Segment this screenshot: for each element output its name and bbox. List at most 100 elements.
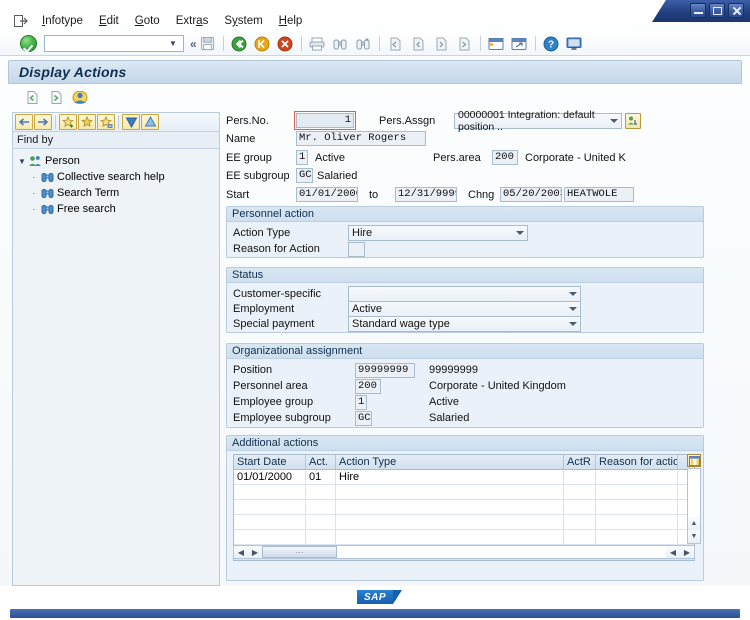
start-date-input[interactable]: 01/01/2000: [296, 187, 358, 202]
table-row[interactable]: [234, 500, 694, 515]
scroll-up-icon[interactable]: ▲: [688, 517, 700, 530]
star-delete-icon[interactable]: [97, 114, 115, 130]
cell-reason[interactable]: [596, 530, 678, 544]
star-add-icon[interactable]: [59, 114, 77, 130]
chevron-down-icon[interactable]: [569, 292, 577, 296]
next-page-icon[interactable]: [431, 34, 452, 53]
column-header-action-type[interactable]: Action Type: [336, 455, 564, 469]
pers-assgn-select[interactable]: 00000001 Integration: default position .…: [454, 113, 622, 129]
end-date-input[interactable]: 12/31/9999: [395, 187, 457, 202]
chevron-down-icon[interactable]: ▼: [17, 157, 27, 166]
cell-act[interactable]: [306, 515, 336, 529]
shortcut-icon[interactable]: [509, 34, 530, 53]
cell-action-type[interactable]: [336, 485, 564, 499]
chevron-down-icon[interactable]: [610, 119, 618, 123]
chevron-down-icon[interactable]: [569, 307, 577, 311]
pers-area-input[interactable]: 200: [492, 150, 518, 165]
cell-act[interactable]: [306, 530, 336, 544]
column-header-actr[interactable]: ActR: [564, 455, 596, 469]
chevron-down-icon[interactable]: ▼: [165, 36, 181, 51]
menu-item-system[interactable]: System: [216, 13, 270, 29]
tree-item-collective-search-help[interactable]: · Collective search help: [29, 169, 219, 185]
funnel-up-icon[interactable]: [141, 114, 159, 130]
star-icon[interactable]: [78, 114, 96, 130]
command-input[interactable]: [45, 37, 165, 50]
table-row[interactable]: [234, 485, 694, 500]
cell-start-date[interactable]: [234, 485, 306, 499]
tree-item-free-search[interactable]: · Free search: [29, 201, 219, 217]
cell-act[interactable]: [306, 485, 336, 499]
menu-item-extras[interactable]: Extras: [168, 13, 217, 29]
binoculars-icon[interactable]: [330, 34, 351, 53]
cell-actr[interactable]: [564, 500, 596, 514]
scroll-down-icon[interactable]: ▼: [688, 530, 700, 543]
binoculars-plus-icon[interactable]: [353, 34, 374, 53]
page-next-icon[interactable]: [46, 88, 66, 107]
assignment-icon[interactable]: [625, 113, 641, 129]
column-header-act[interactable]: Act.: [306, 455, 336, 469]
enter-check-icon[interactable]: [20, 35, 37, 52]
collapse-left-icon[interactable]: «: [190, 37, 196, 51]
column-header-start-date[interactable]: Start Date: [234, 455, 306, 469]
chevron-down-icon[interactable]: [516, 231, 524, 235]
back-green-icon[interactable]: [229, 34, 250, 53]
menu-item-infotype[interactable]: Infotype: [34, 13, 91, 29]
person-photo-icon[interactable]: [70, 88, 90, 107]
page-prev-icon[interactable]: [22, 88, 42, 107]
table-horizontal-scrollbar[interactable]: ◀ ▶ ⋯ ◀ ▶: [233, 545, 695, 559]
name-input[interactable]: Mr. Oliver Rogers: [296, 131, 426, 146]
funnel-down-icon[interactable]: [122, 114, 140, 130]
position-input[interactable]: 99999999: [355, 363, 415, 378]
tree-node-person[interactable]: ▼ Person: [17, 153, 219, 169]
previous-page-icon[interactable]: [408, 34, 429, 53]
scroll-right-icon-right[interactable]: ▶: [680, 546, 694, 558]
pers-no-input[interactable]: 1: [296, 113, 354, 128]
scroll-right-icon[interactable]: ▶: [248, 546, 262, 558]
action-type-select[interactable]: Hire: [348, 225, 528, 241]
cell-reason[interactable]: [596, 500, 678, 514]
arrow-right-icon[interactable]: [34, 114, 52, 130]
cell-act[interactable]: [306, 500, 336, 514]
special-payment-select[interactable]: Standard wage type: [348, 316, 581, 332]
save-icon[interactable]: [197, 34, 218, 53]
cell-action-type[interactable]: [336, 500, 564, 514]
print-icon[interactable]: [307, 34, 328, 53]
system-menu-icon[interactable]: [8, 12, 34, 30]
personnel-area-input[interactable]: 200: [355, 379, 381, 394]
employee-subgroup-input[interactable]: GC: [355, 411, 372, 426]
cell-action-type[interactable]: Hire: [336, 470, 564, 484]
table-row[interactable]: 01/01/2000 01 Hire: [234, 470, 694, 485]
cell-action-type[interactable]: [336, 515, 564, 529]
cell-actr[interactable]: [564, 515, 596, 529]
layout-monitor-icon[interactable]: [564, 34, 585, 53]
cell-start-date[interactable]: [234, 530, 306, 544]
menu-item-goto[interactable]: Goto: [127, 13, 168, 29]
new-window-icon[interactable]: [486, 34, 507, 53]
cell-reason[interactable]: [596, 485, 678, 499]
cell-reason[interactable]: [596, 470, 678, 484]
cell-start-date[interactable]: 01/01/2000: [234, 470, 306, 484]
reason-for-action-input[interactable]: [348, 242, 365, 257]
table-settings-icon[interactable]: [687, 454, 701, 467]
cell-start-date[interactable]: [234, 515, 306, 529]
menu-item-edit[interactable]: Edit: [91, 13, 127, 29]
h-scroll-thumb[interactable]: ⋯: [262, 546, 337, 558]
cell-actr[interactable]: [564, 470, 596, 484]
scroll-left-icon[interactable]: ◀: [234, 546, 248, 558]
first-page-icon[interactable]: [385, 34, 406, 53]
cell-actr[interactable]: [564, 485, 596, 499]
employee-group-input[interactable]: 1: [355, 395, 367, 410]
cell-act[interactable]: 01: [306, 470, 336, 484]
cell-reason[interactable]: [596, 515, 678, 529]
column-header-reason-for-action[interactable]: Reason for action: [596, 455, 678, 469]
ee-subgroup-input[interactable]: GC: [296, 168, 313, 183]
help-question-icon[interactable]: ?: [541, 34, 562, 53]
table-row[interactable]: [234, 515, 694, 530]
cancel-red-icon[interactable]: [275, 34, 296, 53]
tree-item-search-term[interactable]: · Search Term: [29, 185, 219, 201]
arrow-left-icon[interactable]: [15, 114, 33, 130]
last-page-icon[interactable]: [454, 34, 475, 53]
cell-start-date[interactable]: [234, 500, 306, 514]
customer-specific-select[interactable]: [348, 286, 581, 302]
cell-action-type[interactable]: [336, 530, 564, 544]
